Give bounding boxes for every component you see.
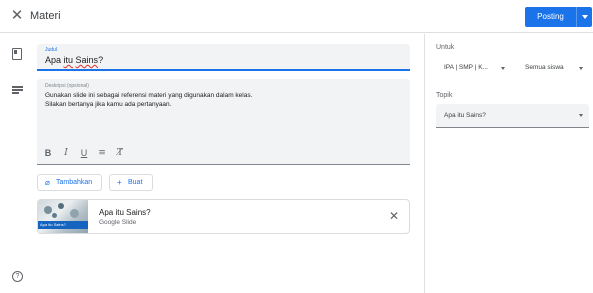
top-bar: ✕ Materi Posting	[0, 0, 593, 33]
topic-label: Topik	[436, 92, 453, 99]
create-button[interactable]: + Buat	[109, 174, 153, 191]
students-dropdown[interactable]: Semua siswa	[517, 57, 589, 79]
title-field-label: Judul	[45, 47, 57, 53]
chevron-down-icon	[579, 67, 583, 70]
title-field-value[interactable]: Apa itu Sains?	[45, 55, 103, 65]
chevron-down-icon	[501, 67, 505, 70]
description-field[interactable]: Deskripsi (opsional) Gunakan slide ini s…	[37, 79, 410, 165]
main-form: Judul Apa itu Sains? Deskripsi (opsional…	[0, 34, 424, 293]
help-icon[interactable]: ?	[12, 271, 23, 282]
paperclip-icon: ⌀	[45, 178, 50, 187]
page-title: Materi	[30, 10, 61, 22]
caret-down-icon[interactable]	[576, 7, 592, 27]
bold-button[interactable]: B	[41, 146, 55, 160]
description-text[interactable]: Gunakan slide ini sebagai referensi mate…	[45, 91, 252, 109]
close-icon[interactable]: ✕	[9, 8, 25, 24]
bulleted-list-button[interactable]: ≡	[95, 146, 109, 160]
bookmark-icon	[12, 48, 22, 60]
title-field[interactable]: Judul Apa itu Sains?	[37, 44, 410, 71]
plus-icon: +	[117, 178, 122, 187]
remove-attachment-icon[interactable]: ✕	[387, 209, 401, 223]
class-dropdown[interactable]: IPA | SMP | K...	[436, 57, 511, 79]
post-button-group: Posting	[525, 7, 592, 27]
settings-panel: Untuk IPA | SMP | K... Semua siswa Topik…	[424, 34, 593, 293]
clear-format-button[interactable]: T̸	[113, 146, 127, 160]
attachment-card[interactable]: Apa itu Sains? Apa itu Sains? Google Sli…	[37, 199, 410, 234]
description-label: Deskripsi (opsional)	[45, 83, 89, 89]
attachment-type: Google Slide	[99, 219, 137, 226]
italic-button[interactable]: I	[59, 146, 73, 160]
format-toolbar: B I U ≡ T̸	[41, 146, 127, 160]
notes-icon	[12, 86, 23, 94]
for-label: Untuk	[436, 44, 455, 51]
chevron-down-icon	[579, 114, 583, 117]
underline-button[interactable]: U	[77, 146, 91, 160]
slide-thumbnail: Apa itu Sains?	[38, 200, 88, 233]
attachment-title[interactable]: Apa itu Sains?	[99, 208, 151, 217]
post-button[interactable]: Posting	[525, 7, 576, 27]
topic-dropdown[interactable]: Apa itu Sains?	[436, 104, 589, 128]
add-attachment-button[interactable]: ⌀ Tambahkan	[37, 174, 102, 191]
